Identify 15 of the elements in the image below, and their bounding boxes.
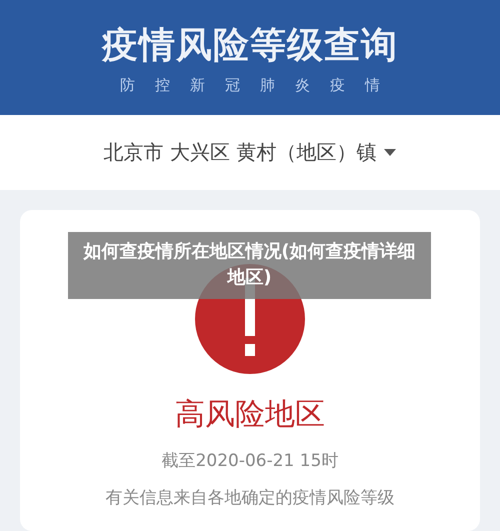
subtitle-char: 情 xyxy=(365,76,380,94)
location-selector[interactable]: 北京市 大兴区 黄村（地区）镇 xyxy=(100,135,400,170)
caption-overlay: 如何查疫情所在地区情况(如何查疫情详细地区) xyxy=(68,232,431,299)
subtitle-char: 肺 xyxy=(260,76,275,94)
caret-icon xyxy=(384,148,396,156)
page-title: 疫情风险等级查询 xyxy=(102,24,398,68)
subtitle-char: 控 xyxy=(155,76,170,94)
subtitle-char: 防 xyxy=(120,76,135,94)
risk-level: 高风险地区 xyxy=(175,396,325,434)
subtitle-char: 炎 xyxy=(295,76,310,94)
source-note: 有关信息来自各地确定的疫情风险等级 xyxy=(106,487,394,509)
update-time: 截至2020-06-21 15时 xyxy=(162,450,338,472)
subtitle-char: 新 xyxy=(190,76,205,94)
subtitle-char: 冠 xyxy=(225,76,240,94)
subtitle-char: 疫 xyxy=(330,76,345,94)
